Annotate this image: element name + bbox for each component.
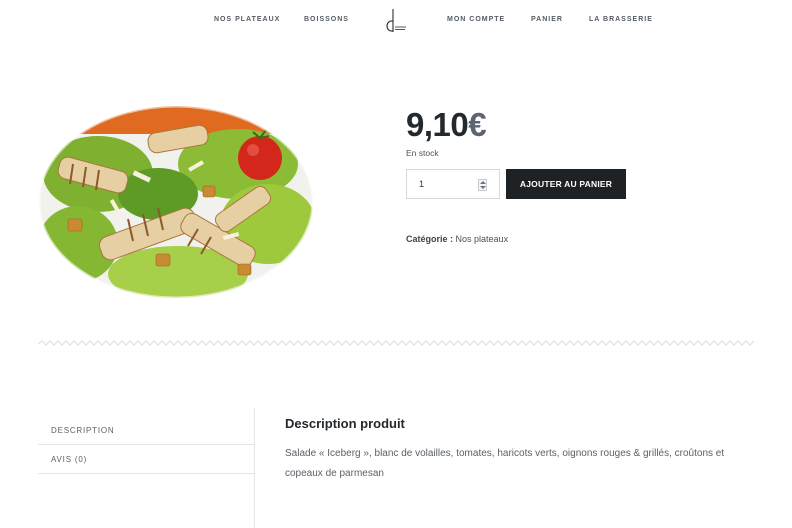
tabs-separator	[254, 408, 255, 528]
nav-item-panier[interactable]: PANIER	[531, 16, 563, 23]
price-currency: €	[468, 106, 487, 143]
main-navigation: NOS PLATEAUX BOISSONS MON COMPTE PANIER …	[0, 0, 792, 42]
wavy-divider	[38, 340, 754, 346]
product-tabs: DESCRIPTION AVIS (0)	[38, 416, 254, 474]
tab-avis[interactable]: AVIS (0)	[38, 445, 254, 474]
spinner-up-icon[interactable]	[480, 181, 486, 184]
nav-item-la-brasserie[interactable]: LA BRASSERIE	[589, 16, 653, 23]
caesar-salad-image[interactable]	[38, 104, 314, 300]
nav-item-mon-compte[interactable]: MON COMPTE	[447, 16, 505, 23]
category-label: Catégorie :	[406, 234, 454, 244]
description-title: Description produit	[285, 416, 405, 431]
add-to-cart-button[interactable]: AJOUTER AU PANIER	[506, 169, 626, 199]
price-amount: 9,10	[406, 106, 469, 143]
product-category: Catégorie : Nos plateaux	[406, 234, 508, 244]
category-link[interactable]: Nos plateaux	[456, 234, 509, 244]
spinner-down-icon[interactable]	[480, 186, 486, 189]
brasserie-logo-icon[interactable]	[384, 8, 408, 34]
quantity-value: 1	[419, 179, 425, 189]
quantity-spinner-icon[interactable]	[478, 179, 487, 191]
description-text: Salade « Iceberg », blanc de volailles, …	[285, 448, 725, 479]
product-price: 9,10€	[406, 106, 487, 144]
stock-status: En stock	[406, 148, 439, 158]
nav-item-nos-plateaux[interactable]: NOS PLATEAUX	[214, 16, 280, 23]
nav-item-boissons[interactable]: BOISSONS	[304, 16, 349, 23]
tab-description[interactable]: DESCRIPTION	[38, 416, 254, 445]
quantity-input[interactable]: 1	[406, 169, 500, 199]
